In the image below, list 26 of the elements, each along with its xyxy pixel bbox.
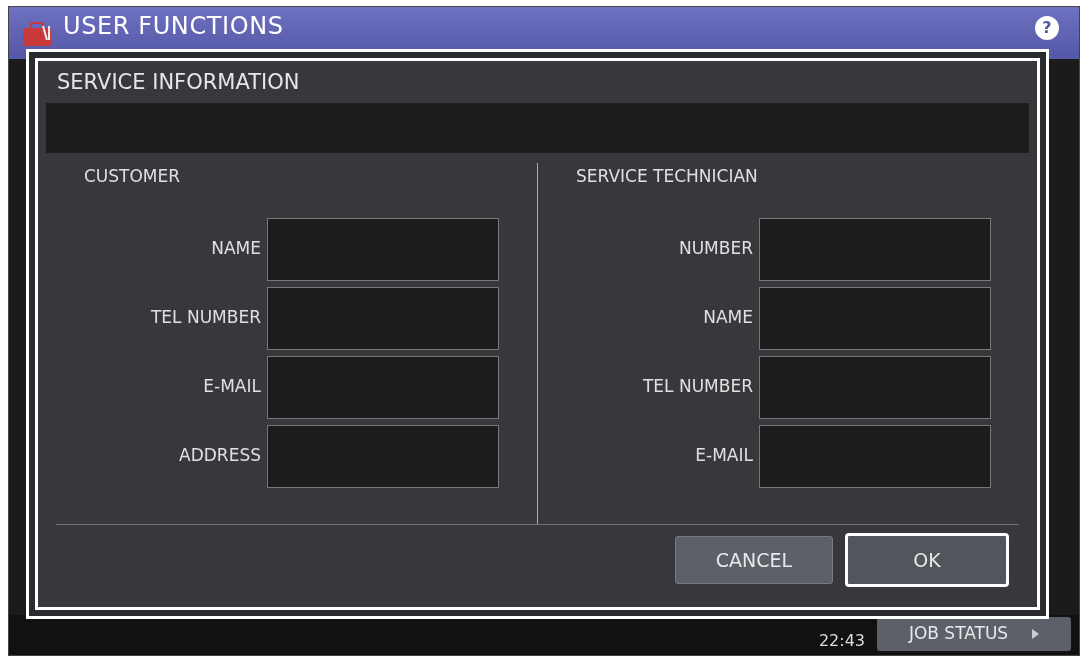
field-label: E-MAIL — [695, 444, 753, 468]
app-title: USER FUNCTIONS — [63, 14, 284, 38]
play-arrow-icon — [1032, 629, 1040, 639]
dialog-title: SERVICE INFORMATION — [56, 69, 301, 96]
clock-time: 22:43 — [818, 633, 865, 651]
field-label: NUMBER — [678, 237, 753, 261]
input-field[interactable] — [267, 355, 499, 419]
ok-button[interactable]: OK — [845, 533, 1009, 587]
input-field[interactable] — [759, 355, 991, 419]
field-label: NAME — [211, 237, 261, 261]
field-label: TEL NUMBER — [150, 306, 261, 330]
section-heading: CUSTOMER — [84, 165, 182, 188]
input-field[interactable] — [759, 217, 991, 281]
input-field[interactable] — [267, 286, 499, 350]
input-field[interactable] — [267, 424, 499, 488]
input-field[interactable] — [759, 286, 991, 350]
input-field[interactable] — [759, 424, 991, 488]
help-button[interactable]: ? — [1035, 16, 1059, 40]
section-heading: SERVICE TECHNICIAN — [576, 165, 759, 188]
field-label: E-MAIL — [203, 375, 261, 399]
cancel-button[interactable]: CANCEL — [675, 536, 833, 584]
field-label: NAME — [703, 306, 753, 330]
input-field[interactable] — [267, 217, 499, 281]
job-status-button[interactable]: JOB STATUS — [877, 617, 1071, 651]
field-label: ADDRESS — [179, 444, 261, 468]
field-label: TEL NUMBER — [642, 375, 753, 399]
